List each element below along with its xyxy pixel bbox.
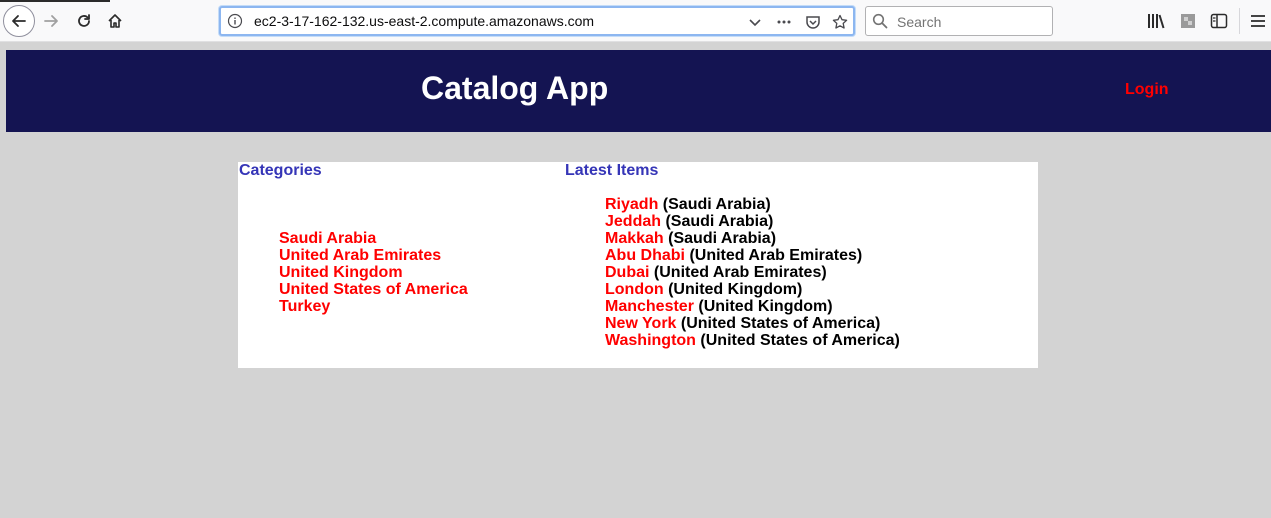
page-actions-icon[interactable] bbox=[774, 12, 794, 32]
item-link[interactable]: New York bbox=[605, 315, 676, 332]
list-item: United Kingdom bbox=[279, 264, 468, 281]
item-category: (Saudi Arabia) bbox=[668, 230, 777, 247]
item-category: (United Arab Emirates) bbox=[689, 247, 863, 264]
item-category: (Saudi Arabia) bbox=[665, 213, 774, 230]
item-link[interactable]: Riyadh bbox=[605, 196, 658, 213]
item-link[interactable]: Jeddah bbox=[605, 213, 661, 230]
category-link[interactable]: United Kingdom bbox=[279, 264, 403, 281]
tab-indicator bbox=[0, 0, 110, 2]
category-link[interactable]: Turkey bbox=[279, 298, 330, 315]
home-button[interactable] bbox=[101, 7, 129, 35]
list-item: Makkah (Saudi Arabia) bbox=[605, 230, 900, 247]
url-text[interactable]: ec2-3-17-162-132.us-east-2.compute.amazo… bbox=[254, 13, 594, 29]
back-button[interactable] bbox=[3, 5, 35, 37]
item-link[interactable]: Washington bbox=[605, 332, 696, 349]
bookmark-star-icon[interactable] bbox=[830, 12, 850, 32]
item-category: (United States of America) bbox=[700, 332, 900, 349]
list-item: United States of America bbox=[279, 281, 468, 298]
item-category: (United States of America) bbox=[680, 315, 881, 332]
search-bar[interactable]: Search bbox=[865, 6, 1053, 36]
list-item: United Arab Emirates bbox=[279, 247, 468, 264]
library-icon[interactable] bbox=[1145, 10, 1167, 32]
category-link[interactable]: United Arab Emirates bbox=[279, 247, 441, 264]
list-item: Riyadh (Saudi Arabia) bbox=[605, 196, 900, 213]
latest-items-heading: Latest Items bbox=[565, 162, 659, 179]
list-item: Turkey bbox=[279, 298, 468, 315]
search-input[interactable]: Search bbox=[897, 14, 941, 30]
content-panel: Categories Latest Items Saudi Arabia Uni… bbox=[238, 162, 1038, 368]
category-list: Saudi Arabia United Arab Emirates United… bbox=[279, 230, 468, 315]
list-item: Saudi Arabia bbox=[279, 230, 468, 247]
item-link[interactable]: London bbox=[605, 281, 664, 298]
item-link[interactable]: Dubai bbox=[605, 264, 649, 281]
item-category: (United Kingdom) bbox=[668, 281, 803, 298]
home-icon bbox=[108, 14, 122, 28]
categories-heading: Categories bbox=[239, 162, 322, 179]
list-item: Jeddah (Saudi Arabia) bbox=[605, 213, 900, 230]
item-link[interactable]: Abu Dhabi bbox=[605, 247, 685, 264]
list-item: Washington (United States of America) bbox=[605, 332, 900, 349]
list-item: Abu Dhabi (United Arab Emirates) bbox=[605, 247, 900, 264]
back-arrow-icon bbox=[12, 15, 26, 27]
browser-toolbar: ec2-3-17-162-132.us-east-2.compute.amazo… bbox=[0, 0, 1271, 42]
list-item: London (United Kingdom) bbox=[605, 281, 900, 298]
toolbar-separator bbox=[1239, 8, 1240, 34]
item-category: (Saudi Arabia) bbox=[662, 196, 771, 213]
latest-items-list: Riyadh (Saudi Arabia) Jeddah (Saudi Arab… bbox=[605, 196, 900, 349]
item-category: (United Arab Emirates) bbox=[653, 264, 827, 281]
reload-button[interactable] bbox=[70, 7, 98, 35]
reload-icon bbox=[78, 14, 90, 27]
app-title[interactable]: Catalog App bbox=[421, 70, 608, 107]
sidebar-icon[interactable] bbox=[1208, 10, 1230, 32]
category-link[interactable]: United States of America bbox=[279, 281, 468, 298]
category-link[interactable]: Saudi Arabia bbox=[279, 230, 376, 247]
url-bar[interactable]: ec2-3-17-162-132.us-east-2.compute.amazo… bbox=[219, 6, 855, 36]
item-category: (United Kingdom) bbox=[698, 298, 833, 315]
list-item: New York (United States of America) bbox=[605, 315, 900, 332]
site-header: Catalog App Login bbox=[6, 50, 1271, 132]
info-icon[interactable] bbox=[227, 13, 243, 29]
item-link[interactable]: Makkah bbox=[605, 230, 664, 247]
pocket-icon[interactable] bbox=[803, 12, 823, 32]
search-icon bbox=[872, 13, 888, 29]
menu-icon[interactable] bbox=[1247, 10, 1269, 32]
forward-arrow-icon bbox=[44, 15, 58, 27]
login-link[interactable]: Login bbox=[1125, 81, 1169, 99]
list-item: Manchester (United Kingdom) bbox=[605, 298, 900, 315]
item-link[interactable]: Manchester bbox=[605, 298, 694, 315]
extension-icon[interactable] bbox=[1177, 10, 1199, 32]
forward-button[interactable] bbox=[37, 7, 65, 35]
list-item: Dubai (United Arab Emirates) bbox=[605, 264, 900, 281]
chevron-down-icon[interactable] bbox=[745, 12, 765, 32]
